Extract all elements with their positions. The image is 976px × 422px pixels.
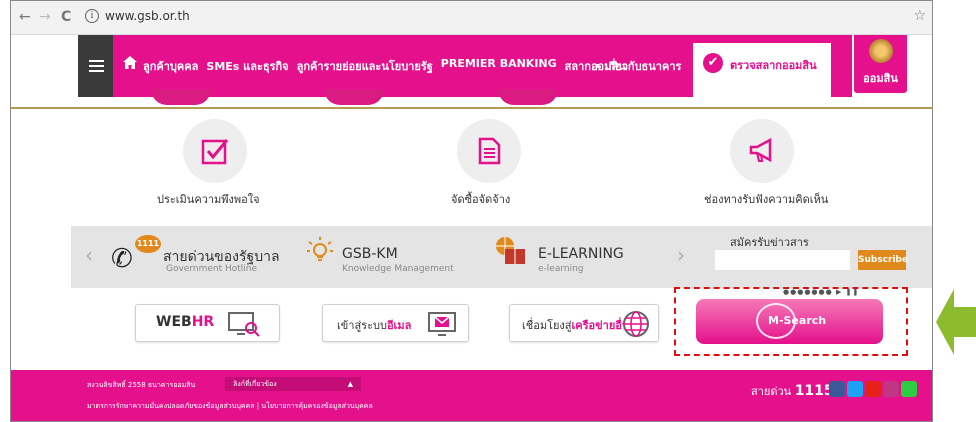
satisfaction-survey-label[interactable]: ประเมินความพึงพอใจ bbox=[157, 190, 260, 208]
web-hr-label-b: HR bbox=[191, 314, 215, 330]
browser-toolbar: ← → C i www.gsb.or.th ☆ bbox=[11, 1, 932, 35]
hamburger-icon[interactable] bbox=[89, 60, 104, 72]
menu-item-retail[interactable]: ลูกค้ารายย่อยและนโยบายรัฐ bbox=[297, 57, 433, 75]
footer-hotline-label: สายด่วน bbox=[751, 385, 792, 398]
privacy-links[interactable]: มาตรการรักษาความมั่นคงปลอดภัยของข้อมูลส่… bbox=[87, 401, 373, 412]
network-label-a: เชื่อมโยงสู่ bbox=[522, 319, 572, 332]
globe-books-icon bbox=[496, 237, 525, 264]
home-icon[interactable] bbox=[123, 56, 137, 69]
header-divider bbox=[11, 107, 932, 109]
main-menu: ลูกค้าบุคคล SMEs และธุรกิจ ลูกค้ารายย่อย… bbox=[143, 57, 626, 75]
web-hr-button[interactable]: WEBHR bbox=[135, 304, 280, 342]
logo-text: ออมสิน bbox=[863, 72, 898, 85]
email-label-a: เข้าสู่ระบบ bbox=[337, 319, 387, 332]
line-icon[interactable] bbox=[901, 381, 917, 397]
globe-icon bbox=[623, 311, 649, 337]
monitor-search-icon bbox=[228, 312, 260, 337]
e-learning-sub: e-learning bbox=[538, 264, 584, 274]
menu-item-smes[interactable]: SMEs และธุรกิจ bbox=[206, 57, 288, 75]
newsletter-label: สมัครรับข่าวสาร bbox=[730, 236, 809, 249]
lottery-check-label: ตรวจสลากออมสิน bbox=[730, 59, 817, 72]
address-bar[interactable]: www.gsb.or.th bbox=[105, 9, 190, 23]
email-label-b: อีเมล bbox=[386, 319, 412, 332]
footer-hotline-number: 1115 bbox=[794, 383, 834, 399]
external-network-button[interactable]: เชื่อมโยงสู่เครือข่ายอื่น bbox=[509, 304, 659, 342]
procurement-button[interactable] bbox=[457, 119, 521, 183]
checkbox-icon bbox=[201, 139, 229, 165]
feedback-channel-button[interactable] bbox=[730, 119, 794, 183]
back-icon[interactable]: ← bbox=[19, 9, 31, 25]
satisfaction-survey-button[interactable] bbox=[183, 119, 247, 183]
mail-monitor-icon bbox=[428, 312, 456, 336]
document-icon bbox=[478, 137, 501, 165]
nav-tab-decoration bbox=[498, 89, 558, 105]
highlight-box bbox=[674, 287, 908, 356]
government-hotline-sub: Government Hotline bbox=[166, 264, 258, 274]
reload-icon[interactable]: C bbox=[61, 9, 71, 25]
youtube-icon[interactable] bbox=[865, 381, 881, 397]
menu-item-about[interactable]: • เกี่ยวกับธนาคาร bbox=[594, 57, 681, 75]
arrow-left-icon bbox=[936, 289, 976, 355]
footer-hotline: สายด่วน 1115 bbox=[751, 382, 834, 400]
gsb-logo[interactable]: ออมสิน bbox=[854, 35, 907, 93]
browser-window: ← → C i www.gsb.or.th ☆ ลูกค้าบุคคล SMEs… bbox=[10, 0, 933, 422]
site-header: ลูกค้าบุคคล SMEs และธุรกิจ ลูกค้ารายย่อย… bbox=[11, 35, 932, 103]
related-links-label: ลิงก์ที่เกี่ยวข้อง bbox=[233, 380, 277, 388]
gsb-km-sub: Knowledge Management bbox=[342, 264, 454, 274]
chevron-left-icon[interactable]: ‹ bbox=[85, 243, 93, 267]
network-label-b: เครือข่ายอื่น bbox=[571, 319, 630, 332]
quick-links-band: ‹ ✆ 1111 สายด่วนของรัฐบาล Government Hot… bbox=[11, 226, 932, 288]
site-info-icon[interactable]: i bbox=[85, 9, 99, 23]
forward-icon[interactable]: → bbox=[39, 9, 51, 25]
chevron-right-icon[interactable]: › bbox=[677, 243, 685, 267]
facebook-icon[interactable] bbox=[829, 381, 845, 397]
lottery-check-button[interactable]: ✔ ตรวจสลากออมสิน bbox=[693, 43, 831, 103]
e-learning-title[interactable]: E-LEARNING bbox=[538, 246, 624, 262]
emblem-icon bbox=[869, 39, 893, 63]
gsb-km-title[interactable]: GSB-KM bbox=[342, 246, 398, 262]
web-hr-label-a: WEB bbox=[156, 314, 192, 330]
menu-item-premier[interactable]: PREMIER BANKING bbox=[441, 57, 557, 75]
procurement-label[interactable]: จัดซื้อจัดจ้าง bbox=[451, 190, 510, 208]
bookmark-star-icon[interactable]: ☆ bbox=[913, 8, 926, 24]
nav-tab-decoration bbox=[324, 89, 384, 105]
megaphone-icon bbox=[749, 137, 772, 163]
subscribe-button[interactable]: Subscribe bbox=[858, 250, 908, 270]
feedback-channel-label[interactable]: ช่องทางรับฟังความคิดเห็น bbox=[704, 190, 828, 208]
twitter-icon[interactable] bbox=[847, 381, 863, 397]
check-icon: ✔ bbox=[703, 53, 723, 73]
site-footer: สงวนลิขสิทธิ์ 2558 ธนาคารออมสิน ลิงก์ที่… bbox=[11, 370, 932, 421]
menu-item-personal[interactable]: ลูกค้าบุคคล bbox=[143, 57, 198, 75]
nav-tab-decoration bbox=[151, 89, 211, 105]
copyright-text: สงวนลิขสิทธิ์ 2558 ธนาคารออมสิน bbox=[87, 381, 196, 389]
hotline-badge: 1111 bbox=[135, 235, 161, 253]
phone-icon: ✆ bbox=[111, 244, 133, 274]
lightbulb-icon bbox=[307, 237, 333, 261]
email-login-button[interactable]: เข้าสู่ระบบอีเมล bbox=[322, 304, 469, 342]
newsletter-email-input[interactable] bbox=[715, 250, 850, 270]
caret-up-icon: ▲ bbox=[347, 380, 353, 388]
related-links-dropdown[interactable]: ลิงก์ที่เกี่ยวข้อง ▲ bbox=[225, 377, 361, 391]
instagram-icon[interactable] bbox=[883, 381, 899, 397]
